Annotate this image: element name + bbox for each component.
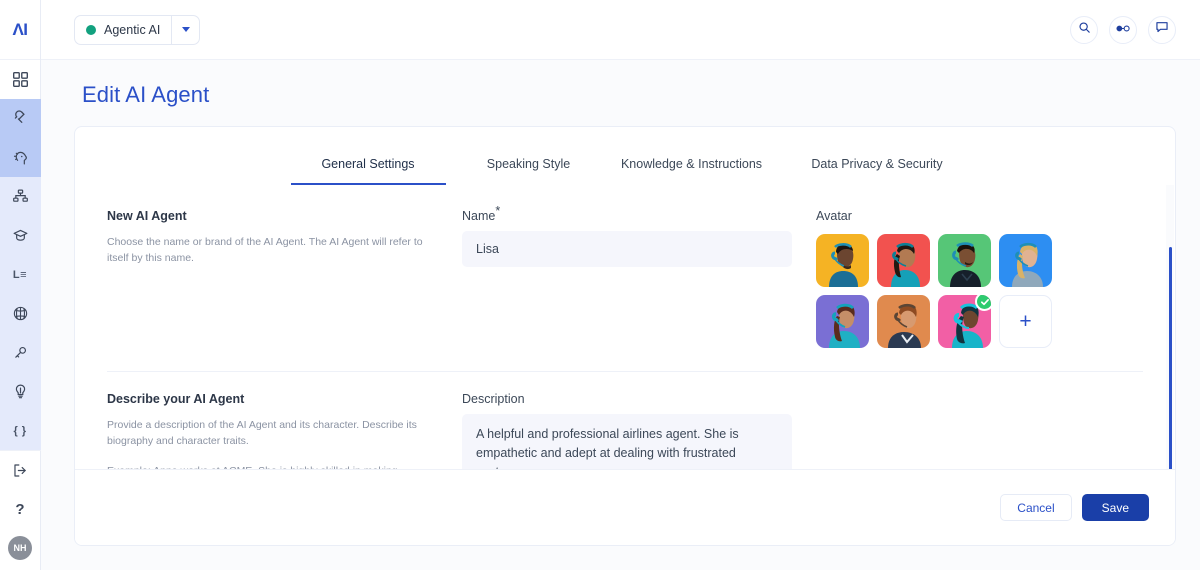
sidebar-nav: L≡ <box>0 60 40 529</box>
name-field-column: Name* Lisa <box>462 209 792 348</box>
sidebar-item-org-chart[interactable] <box>0 177 41 216</box>
description-section-description: Provide a description of the AI Agent an… <box>107 417 442 450</box>
description-label: Description <box>462 392 792 406</box>
sidebar-item-logout[interactable] <box>0 451 41 490</box>
sidebar-item-training[interactable] <box>0 216 41 255</box>
tab-speaking-style[interactable]: Speaking Style <box>459 157 599 185</box>
sidebar-item-ideas[interactable] <box>0 372 41 411</box>
hierarchy-icon <box>12 188 29 205</box>
name-description-column: New AI Agent Choose the name or brand of… <box>107 209 462 348</box>
topbar: Agentic AI <box>41 0 1200 60</box>
form-body: New AI Agent Choose the name or brand of… <box>75 185 1175 495</box>
workspace-dropdown-toggle[interactable] <box>171 16 199 44</box>
avatar-selected-check <box>975 295 991 311</box>
chat-icon <box>1155 20 1169 39</box>
sidebar: ΛI <box>0 0 41 570</box>
question-icon: ? <box>15 501 24 518</box>
name-row: New AI Agent Choose the name or brand of… <box>75 185 1175 348</box>
search-button[interactable] <box>1070 16 1098 44</box>
chat-button[interactable] <box>1148 16 1176 44</box>
avatar-grid: + <box>816 234 1143 348</box>
card-footer: Cancel Save <box>75 469 1175 545</box>
main-area: Agentic AI <box>41 0 1200 570</box>
braces-icon: { } <box>13 425 26 437</box>
app-logo: ΛI <box>0 0 40 60</box>
list-icon: L≡ <box>13 269 27 281</box>
sidebar-item-knowledge[interactable] <box>0 294 41 333</box>
toggle-button[interactable] <box>1109 16 1137 44</box>
page-title: Edit AI Agent <box>74 60 1176 126</box>
name-section-description: Choose the name or brand of the AI Agent… <box>107 234 442 267</box>
sidebar-item-agent-pin[interactable] <box>0 99 41 138</box>
workspace-selector[interactable]: Agentic AI <box>74 15 200 45</box>
sidebar-item-dashboard[interactable] <box>0 60 41 99</box>
sidebar-item-ai-head[interactable] <box>0 138 41 177</box>
scrollbar-thumb[interactable] <box>1169 247 1172 487</box>
tab-knowledge-instructions[interactable]: Knowledge & Instructions <box>607 157 777 185</box>
avatar-option-6[interactable] <box>877 295 930 348</box>
ai-head-icon <box>12 149 29 166</box>
avatar-option-5[interactable] <box>816 295 869 348</box>
sidebar-item-list[interactable]: L≡ <box>0 255 41 294</box>
workspace-label: Agentic AI <box>104 23 160 37</box>
tab-general-settings[interactable]: General Settings <box>291 157 446 185</box>
name-section-title: New AI Agent <box>107 209 442 223</box>
user-avatar[interactable]: NH <box>8 536 32 560</box>
avatar-option-3[interactable] <box>938 234 991 287</box>
logout-icon <box>12 462 29 479</box>
avatar-label: Avatar <box>816 209 1143 223</box>
name-label: Name* <box>462 209 792 223</box>
status-dot-icon <box>86 25 96 35</box>
workspace-current[interactable]: Agentic AI <box>75 16 171 44</box>
avatar-option-7[interactable] <box>938 295 991 348</box>
description-section-title: Describe your AI Agent <box>107 392 442 406</box>
sidebar-item-developer[interactable]: { } <box>0 411 41 450</box>
brain-icon <box>12 305 29 322</box>
pin-icon <box>12 110 29 127</box>
graduation-cap-icon <box>12 227 29 244</box>
edit-agent-card: General Settings Speaking Style Knowledg… <box>74 126 1176 546</box>
avatar-option-1[interactable] <box>816 234 869 287</box>
toggle-icon <box>1115 21 1131 39</box>
app-root: ΛI <box>0 0 1200 570</box>
grid-icon <box>12 71 29 88</box>
key-icon <box>12 344 29 361</box>
name-input[interactable]: Lisa <box>462 231 792 267</box>
content-area: Edit AI Agent General Settings Speaking … <box>41 60 1200 570</box>
search-icon <box>1078 21 1091 39</box>
lightbulb-icon <box>12 383 29 400</box>
tab-data-privacy-security[interactable]: Data Privacy & Security <box>795 157 960 185</box>
topbar-actions <box>1070 16 1176 44</box>
avatar-option-2[interactable] <box>877 234 930 287</box>
avatar-column: Avatar <box>792 209 1143 348</box>
add-avatar-button[interactable]: + <box>999 295 1052 348</box>
tab-bar: General Settings Speaking Style Knowledg… <box>75 127 1175 185</box>
save-button[interactable]: Save <box>1082 494 1149 521</box>
sidebar-item-insights[interactable] <box>0 333 41 372</box>
cancel-button[interactable]: Cancel <box>1000 494 1071 521</box>
avatar-option-4[interactable] <box>999 234 1052 287</box>
scrollbar-track[interactable] <box>1166 185 1174 500</box>
chevron-down-icon <box>182 27 190 32</box>
sidebar-item-help[interactable]: ? <box>0 490 41 529</box>
required-marker: * <box>495 204 500 218</box>
